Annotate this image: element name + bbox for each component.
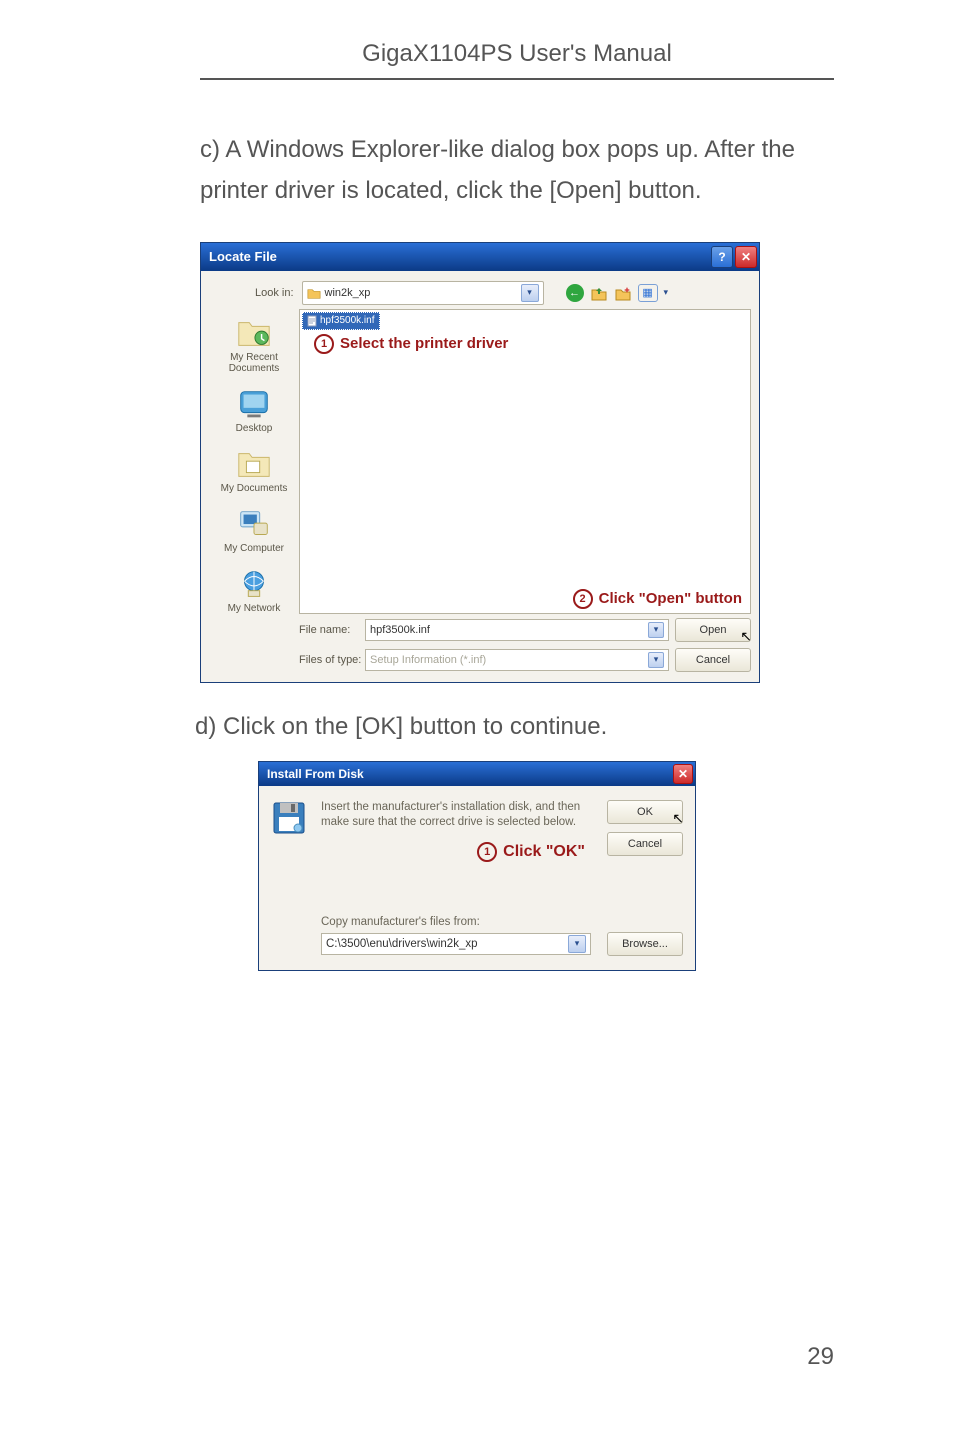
cancel-button[interactable]: Cancel bbox=[675, 648, 751, 672]
chevron-down-icon[interactable]: ▾ bbox=[521, 284, 539, 302]
folder-icon bbox=[307, 287, 321, 299]
floppy-icon bbox=[271, 800, 307, 836]
page: GigaX1104PS User's Manual c) A Windows E… bbox=[0, 0, 954, 1431]
cancel-button[interactable]: Cancel bbox=[607, 832, 683, 856]
places-bar: My Recent Documents Desktop bbox=[209, 309, 299, 614]
file-toolbar: ← ▦ ▾ bbox=[566, 284, 669, 302]
locate-file-bottom: File name: hpf3500k.inf ▾ Open ↖ Files o… bbox=[209, 618, 751, 672]
install-from-disk-message: Insert the manufacturer's installation d… bbox=[321, 800, 587, 831]
annotation-1-text: Select the printer driver bbox=[340, 335, 508, 352]
locate-file-main: My Recent Documents Desktop bbox=[209, 309, 751, 614]
look-in-dropdown[interactable]: win2k_xp ▾ bbox=[302, 281, 544, 305]
cursor-icon: ↖ bbox=[672, 810, 684, 827]
install-from-disk-titlebar: Install From Disk ✕ bbox=[259, 762, 695, 786]
place-documents[interactable]: My Documents bbox=[221, 446, 288, 494]
selected-file[interactable]: hpf3500k.inf bbox=[302, 312, 380, 330]
copy-files-label: Copy manufacturer's files from: bbox=[321, 916, 683, 928]
filename-label: File name: bbox=[299, 624, 365, 636]
open-button[interactable]: Open ↖ bbox=[675, 618, 751, 642]
ok-button[interactable]: OK ↖ bbox=[607, 800, 683, 824]
new-folder-icon[interactable] bbox=[614, 284, 632, 302]
filename-value: hpf3500k.inf bbox=[370, 624, 430, 636]
place-computer-label: My Computer bbox=[224, 543, 284, 554]
file-list-area[interactable]: hpf3500k.inf 1 Select the printer driver… bbox=[299, 309, 751, 614]
selected-file-name: hpf3500k.inf bbox=[320, 315, 375, 326]
filetype-label: Files of type: bbox=[299, 654, 365, 666]
locate-file-titlebar: Locate File ? ✕ bbox=[201, 243, 759, 271]
recent-documents-icon bbox=[235, 315, 273, 349]
annotation-2-num: 2 bbox=[573, 589, 593, 609]
help-button[interactable]: ? bbox=[711, 246, 733, 268]
annotation-ifd: 1 Click "OK" bbox=[477, 842, 585, 862]
chevron-down-icon[interactable]: ▾ bbox=[568, 935, 586, 953]
path-input[interactable]: C:\3500\enu\drivers\win2k_xp ▾ bbox=[321, 933, 591, 955]
page-header: GigaX1104PS User's Manual bbox=[200, 40, 834, 80]
locate-file-title: Locate File bbox=[209, 249, 277, 264]
filetype-value: Setup Information (*.inf) bbox=[370, 654, 486, 666]
copy-files-row: C:\3500\enu\drivers\win2k_xp ▾ Browse... bbox=[321, 932, 683, 956]
look-in-value: win2k_xp bbox=[325, 287, 517, 299]
views-menu-icon[interactable]: ▾ bbox=[664, 287, 669, 298]
paragraph-d: d) Click on the [OK] button to continue. bbox=[195, 713, 834, 741]
place-computer[interactable]: My Computer bbox=[224, 506, 284, 554]
paragraph-c: c) A Windows Explorer-like dialog box po… bbox=[200, 130, 834, 212]
desktop-icon bbox=[235, 386, 273, 420]
views-icon[interactable]: ▦ bbox=[638, 284, 658, 302]
locate-file-body: Look in: win2k_xp ▾ ← ▦ bbox=[201, 271, 759, 682]
annotation-2-text: Click "Open" button bbox=[599, 590, 742, 607]
close-button[interactable]: ✕ bbox=[735, 246, 757, 268]
place-recent[interactable]: My Recent Documents bbox=[229, 315, 280, 374]
annotation-1-num: 1 bbox=[314, 334, 334, 354]
annotation-ifd-num: 1 bbox=[477, 842, 497, 862]
back-icon[interactable]: ← bbox=[566, 284, 584, 302]
place-desktop-label: Desktop bbox=[236, 423, 273, 434]
place-documents-label: My Documents bbox=[221, 483, 288, 494]
place-desktop[interactable]: Desktop bbox=[235, 386, 273, 434]
browse-button[interactable]: Browse... bbox=[607, 932, 683, 956]
locate-file-dialog: Locate File ? ✕ Look in: win2k_xp ▾ ← bbox=[200, 242, 760, 683]
my-documents-icon bbox=[235, 446, 273, 480]
page-number: 29 bbox=[807, 1343, 834, 1371]
install-from-disk-body: Insert the manufacturer's installation d… bbox=[259, 786, 695, 970]
install-from-disk-lower: Copy manufacturer's files from: C:\3500\… bbox=[321, 916, 683, 956]
install-from-disk-title: Install From Disk bbox=[267, 767, 364, 781]
look-in-label: Look in: bbox=[255, 287, 294, 299]
place-network[interactable]: My Network bbox=[228, 566, 281, 614]
place-recent-label: My Recent Documents bbox=[229, 352, 280, 374]
close-button[interactable]: ✕ bbox=[673, 764, 693, 784]
filename-input[interactable]: hpf3500k.inf ▾ bbox=[365, 619, 669, 641]
place-network-label: My Network bbox=[228, 603, 281, 614]
chevron-down-icon[interactable]: ▾ bbox=[648, 652, 664, 668]
install-from-disk-buttons: OK ↖ Cancel bbox=[601, 800, 683, 856]
annotation-1: 1 Select the printer driver bbox=[314, 334, 508, 354]
up-folder-icon[interactable] bbox=[590, 284, 608, 302]
install-from-disk-dialog: Install From Disk ✕ Insert the manufactu… bbox=[258, 761, 696, 971]
my-network-icon bbox=[235, 566, 273, 600]
cursor-icon: ↖ bbox=[740, 628, 752, 645]
chevron-down-icon[interactable]: ▾ bbox=[648, 622, 664, 638]
titlebar-buttons: ? ✕ bbox=[711, 246, 757, 268]
path-value: C:\3500\enu\drivers\win2k_xp bbox=[326, 938, 478, 950]
filetype-input[interactable]: Setup Information (*.inf) ▾ bbox=[365, 649, 669, 671]
my-computer-icon bbox=[235, 506, 273, 540]
look-in-row: Look in: win2k_xp ▾ ← ▦ bbox=[255, 281, 751, 305]
header-area: GigaX1104PS User's Manual c) A Windows E… bbox=[200, 40, 834, 212]
annotation-2: 2 Click "Open" button bbox=[573, 589, 742, 609]
annotation-ifd-text: Click "OK" bbox=[503, 843, 585, 861]
